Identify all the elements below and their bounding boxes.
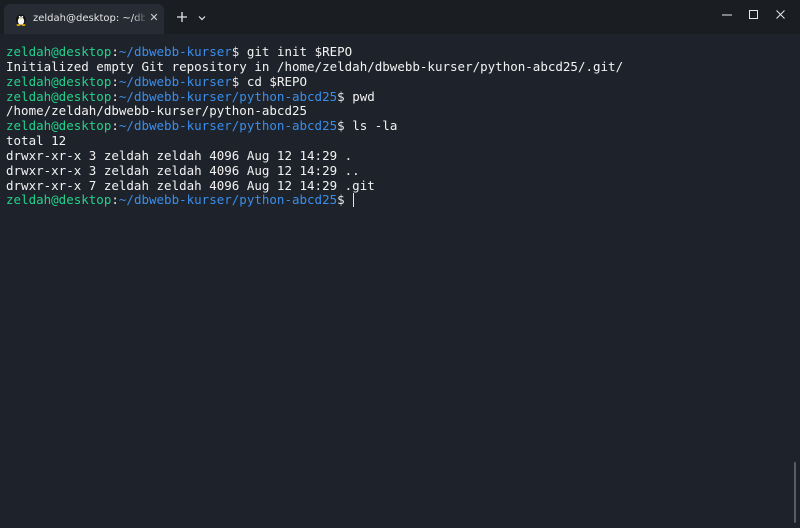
output-line: drwxr-xr-x 7 zeldah zeldah 4096 Aug 12 1… <box>6 177 375 193</box>
prompt-line: zeldah@desktop:~/dbwebb-kurser$ git init… <box>6 44 623 60</box>
prompt-separator: : <box>111 192 119 208</box>
prompt-user: zeldah@desktop <box>6 192 112 208</box>
command-text <box>345 192 353 207</box>
command-text: cd $REPO <box>239 73 308 89</box>
title-bar: zeldah@desktop: ~/dbwebb-k ✕ <box>0 0 800 34</box>
prompt-separator: : <box>111 44 119 59</box>
close-icon[interactable] <box>758 0 800 30</box>
scrollbar[interactable] <box>794 462 796 523</box>
prompt-path: ~/dbwebb-kurser/python-abcd25 <box>118 88 338 104</box>
output-line: total 12 <box>6 133 67 149</box>
prompt-line: zeldah@desktop:~/dbwebb-kurser$ cd $REPO <box>6 73 623 90</box>
prompt-separator: : <box>111 88 119 104</box>
prompt-user: zeldah@desktop <box>6 118 112 134</box>
prompt-dollar: $ <box>337 88 345 104</box>
prompt-path: ~/dbwebb-kurser <box>118 44 232 59</box>
tab-terminal[interactable]: zeldah@desktop: ~/dbwebb-k ✕ <box>4 4 164 34</box>
output-line: /home/zeldah/dbwebb-kurser/python-abcd25 <box>6 103 308 119</box>
output-line: Initialized empty Git repository in /hom… <box>6 58 624 74</box>
command-text: pwd <box>344 88 375 104</box>
prompt-line: zeldah@desktop:~/dbwebb-kurser/python-ab… <box>6 193 623 208</box>
tab-close-icon[interactable]: ✕ <box>148 12 160 24</box>
command-text: git init $REPO <box>239 44 353 59</box>
prompt-line: zeldah@desktop:~/dbwebb-kurser/python-ab… <box>6 88 623 105</box>
terminal-lines: zeldah@desktop:~/dbwebb-kurser$ git init… <box>6 44 624 208</box>
prompt-separator: : <box>111 73 119 89</box>
prompt-separator: : <box>111 118 119 134</box>
linux-penguin-icon <box>14 12 28 26</box>
tab-title: zeldah@desktop: ~/dbwebb-k <box>33 13 145 24</box>
terminal-output[interactable]: zeldah@desktop:~/dbwebb-kurser$ git init… <box>0 34 800 528</box>
prompt-line: zeldah@desktop:~/dbwebb-kurser/python-ab… <box>6 118 623 134</box>
prompt-path: ~/dbwebb-kurser/python-abcd25 <box>118 118 338 134</box>
prompt-path: ~/dbwebb-kurser <box>118 73 232 89</box>
chevron-down-icon[interactable] <box>196 11 208 23</box>
tab-title-fade <box>132 8 148 28</box>
output-line: drwxr-xr-x 3 zeldah zeldah 4096 Aug 12 1… <box>6 162 360 178</box>
terminal-window: zeldah@desktop: ~/dbwebb-k ✕ <box>0 0 800 528</box>
prompt-user: zeldah@desktop <box>6 88 112 104</box>
text-cursor <box>353 193 355 208</box>
prompt-user: zeldah@desktop <box>6 44 112 59</box>
prompt-path: ~/dbwebb-kurser/python-abcd25 <box>118 192 338 208</box>
plus-icon[interactable] <box>174 9 190 25</box>
prompt-dollar: $ <box>337 192 345 208</box>
output-line: drwxr-xr-x 3 zeldah zeldah 4096 Aug 12 1… <box>6 147 353 163</box>
prompt-user: zeldah@desktop <box>6 73 112 89</box>
prompt-dollar: $ <box>337 118 345 134</box>
command-text: ls -la <box>344 118 398 134</box>
